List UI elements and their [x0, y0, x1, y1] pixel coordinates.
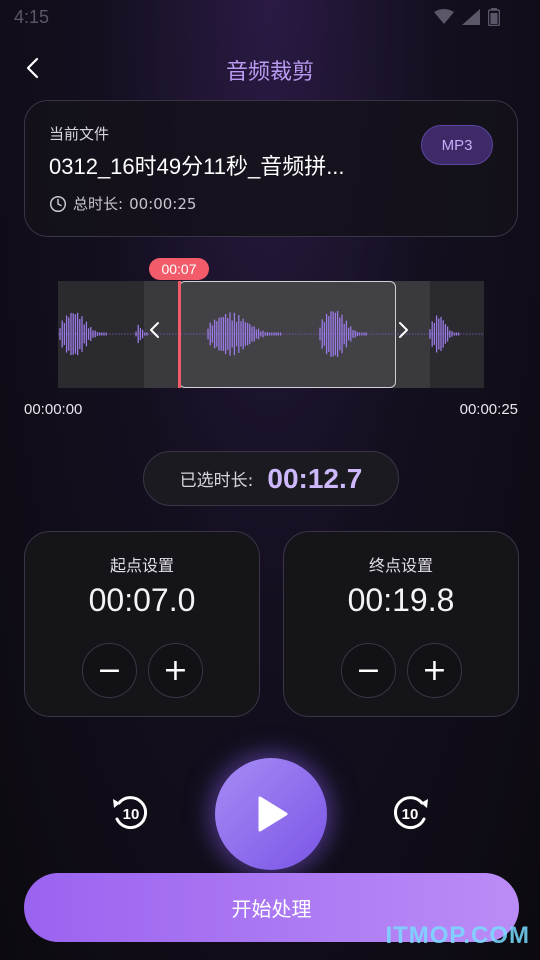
selected-duration: 已选时长: 00:12.7 — [143, 451, 399, 506]
start-point-value: 00:07.0 — [88, 582, 196, 618]
file-label: 当前文件 — [49, 125, 110, 143]
page-title: 音频裁剪 — [225, 60, 314, 85]
end-minus-button[interactable]: − — [341, 643, 396, 698]
rewind-10-icon: 10 — [113, 796, 147, 830]
duration-value: 00:00:25 — [129, 194, 197, 213]
timeline-end-time: 00:00:25 — [459, 401, 518, 418]
duration-label: 总时长: — [73, 195, 124, 213]
play-icon — [258, 796, 288, 832]
forward-10-button[interactable]: 10 — [388, 791, 432, 835]
start-plus-button[interactable]: + — [148, 643, 203, 698]
status-bar: 4:15 — [0, 0, 540, 36]
chevron-left-icon — [150, 322, 159, 338]
start-point-card: 起点设置 00:07.0 − + — [24, 531, 260, 717]
watermark: ITMOP.COM — [385, 922, 530, 949]
status-icons — [434, 8, 500, 26]
selected-duration-label: 已选时长: — [179, 471, 254, 491]
end-point-card: 终点设置 00:19.8 − + — [283, 531, 519, 717]
total-duration: 总时长: 00:00:25 — [49, 193, 196, 214]
play-button[interactable] — [215, 758, 327, 870]
timeline-start-time: 00:00:00 — [24, 401, 83, 418]
header: 音频裁剪 — [0, 40, 540, 96]
playhead-time-badge: 00:07 — [149, 258, 209, 280]
rewind-10-button[interactable]: 10 — [109, 791, 153, 835]
waveform-editor[interactable] — [58, 281, 484, 388]
forward-10-icon: 10 — [394, 796, 428, 830]
file-name: 0312_16时49分11秒_音频拼... — [49, 154, 345, 179]
file-info-card: 当前文件 0312_16时49分11秒_音频拼... 总时长: 00:00:25… — [24, 100, 518, 237]
end-point-title: 终点设置 — [368, 556, 433, 575]
trim-handle-right[interactable] — [398, 321, 428, 349]
status-time: 4:15 — [14, 7, 50, 27]
rewind-10-label: 10 — [123, 806, 140, 823]
forward-10-label: 10 — [402, 806, 419, 823]
playhead[interactable] — [178, 281, 181, 388]
format-badge: MP3 — [421, 125, 493, 165]
trim-handle-left[interactable] — [148, 321, 178, 349]
start-minus-button[interactable]: − — [82, 643, 137, 698]
wifi-icon — [434, 9, 454, 24]
end-plus-button[interactable]: + — [407, 643, 462, 698]
chevron-right-icon — [399, 322, 408, 338]
start-point-title: 起点设置 — [109, 556, 174, 575]
end-point-value: 00:19.8 — [347, 582, 455, 618]
clock-icon — [49, 195, 67, 212]
selected-duration-value: 00:12.7 — [267, 462, 363, 494]
signal-icon — [462, 9, 480, 25]
battery-icon — [488, 8, 500, 26]
